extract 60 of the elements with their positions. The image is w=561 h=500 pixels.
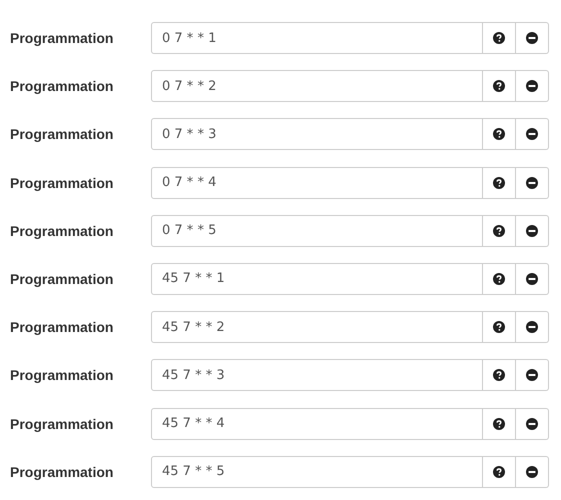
input-field[interactable]: 0 7 * * 1 bbox=[151, 22, 483, 54]
remove-button[interactable] bbox=[516, 118, 549, 150]
help-button[interactable] bbox=[483, 70, 516, 102]
input-field[interactable]: 0 7 * * 2 bbox=[151, 70, 483, 102]
input-field[interactable]: 0 7 * * 5 bbox=[151, 214, 483, 247]
field-label: Programmation bbox=[10, 270, 114, 287]
help-button[interactable] bbox=[483, 262, 516, 295]
help-button[interactable] bbox=[483, 22, 516, 54]
input-field[interactable]: 0 7 * * 3 bbox=[151, 118, 483, 150]
remove-button[interactable] bbox=[516, 70, 549, 102]
remove-icon bbox=[526, 466, 538, 478]
help-icon bbox=[493, 272, 505, 285]
remove-button[interactable] bbox=[516, 359, 549, 392]
remove-button[interactable] bbox=[516, 22, 549, 54]
help-button[interactable] bbox=[483, 456, 516, 488]
input-field[interactable]: 45 7 * * 1 bbox=[151, 262, 483, 295]
help-button[interactable] bbox=[483, 408, 516, 440]
input-field[interactable]: 45 7 * * 5 bbox=[151, 456, 483, 488]
help-icon bbox=[493, 32, 505, 44]
help-icon bbox=[493, 369, 505, 382]
remove-icon bbox=[526, 224, 538, 237]
remove-icon bbox=[526, 80, 538, 92]
help-icon bbox=[493, 128, 505, 140]
field-label: Programmation bbox=[10, 78, 114, 94]
field-label: Programmation bbox=[10, 126, 114, 142]
field-label: Programmation bbox=[10, 319, 114, 336]
remove-button[interactable] bbox=[516, 456, 549, 488]
help-button[interactable] bbox=[483, 311, 516, 344]
help-icon bbox=[493, 418, 505, 430]
remove-button[interactable] bbox=[516, 214, 549, 247]
help-icon bbox=[493, 224, 505, 237]
help-icon bbox=[493, 80, 505, 92]
help-button[interactable] bbox=[483, 359, 516, 392]
help-icon bbox=[493, 176, 505, 189]
field-label: Programmation bbox=[10, 416, 114, 432]
field-label: Programmation bbox=[10, 174, 114, 191]
field-label: Programmation bbox=[10, 464, 114, 480]
remove-button[interactable] bbox=[516, 166, 549, 199]
field-label: Programmation bbox=[10, 222, 114, 239]
remove-icon bbox=[526, 32, 538, 44]
help-button[interactable] bbox=[483, 118, 516, 150]
help-icon bbox=[493, 321, 505, 334]
input-field[interactable]: 0 7 * * 4 bbox=[151, 166, 483, 199]
input-field[interactable]: 45 7 * * 2 bbox=[151, 311, 483, 344]
input-field[interactable]: 45 7 * * 4 bbox=[151, 408, 483, 440]
remove-button[interactable] bbox=[516, 311, 549, 344]
remove-icon bbox=[526, 321, 538, 334]
field-label: Programmation bbox=[10, 30, 114, 46]
help-button[interactable] bbox=[483, 166, 516, 199]
input-field[interactable]: 45 7 * * 3 bbox=[151, 359, 483, 392]
help-button[interactable] bbox=[483, 214, 516, 247]
remove-icon bbox=[526, 272, 538, 285]
help-icon bbox=[493, 466, 505, 478]
remove-icon bbox=[526, 418, 538, 430]
remove-icon bbox=[526, 128, 538, 140]
remove-button[interactable] bbox=[516, 262, 549, 295]
remove-icon bbox=[526, 176, 538, 189]
remove-icon bbox=[526, 369, 538, 382]
remove-button[interactable] bbox=[516, 408, 549, 440]
field-label: Programmation bbox=[10, 367, 114, 384]
